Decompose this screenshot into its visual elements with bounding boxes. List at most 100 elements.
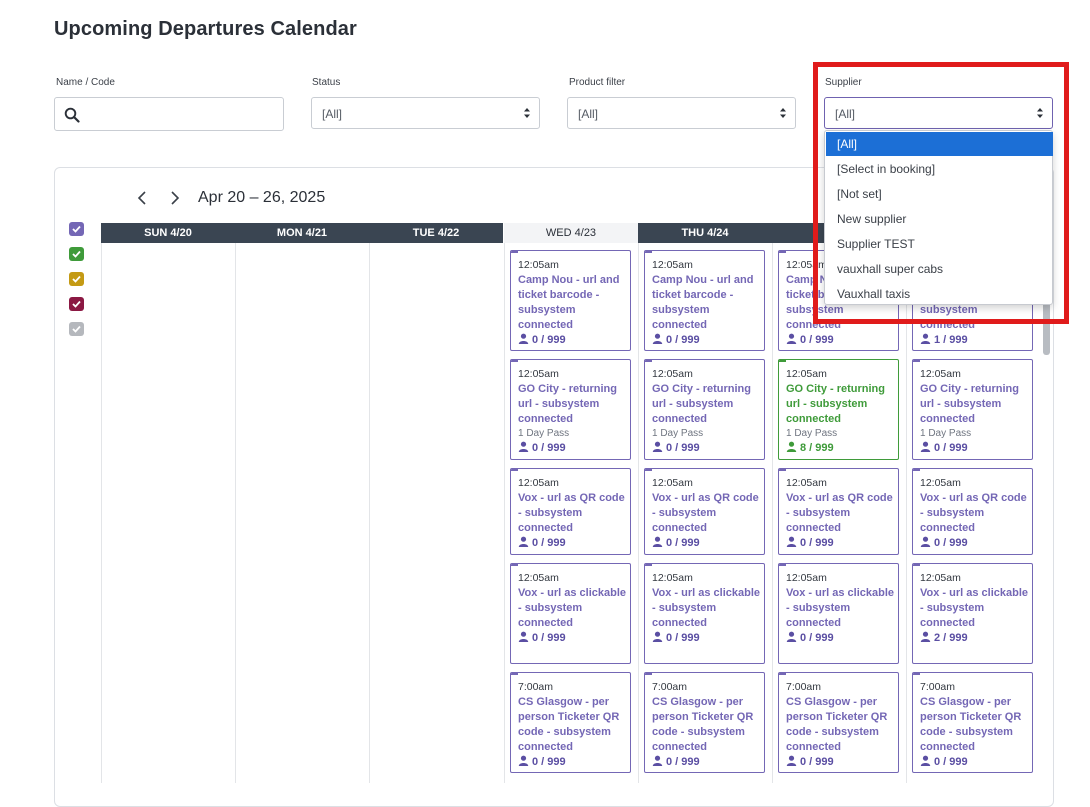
event-name: Vox - url as clickable - subsystem conne… (920, 587, 1029, 629)
event-capacity: 1 / 999 (920, 333, 1032, 348)
legend-checkbox[interactable] (69, 222, 84, 236)
event-capacity: 8 / 999 (786, 441, 898, 456)
page-title: Upcoming Departures Calendar (54, 18, 357, 40)
event-name: Camp Nou - url and ticket barcode - subs… (652, 274, 754, 331)
event-card[interactable]: 7:00am CS Glasgow - per person Ticketer Q… (510, 672, 631, 773)
event-card[interactable]: 7:00am CS Glasgow - per person Ticketer Q… (644, 672, 765, 773)
name-code-search[interactable] (54, 97, 284, 131)
event-time: 12:05am (652, 477, 693, 489)
person-icon (920, 333, 931, 344)
event-card[interactable]: 12:05am Vox - url as QR code - subsystem … (644, 468, 765, 555)
check-icon (72, 325, 81, 333)
capacity-value: 0 / 999 (934, 537, 968, 549)
day-header: WED 4/23 (504, 223, 638, 243)
event-name: GO City - returning url - subsystem conn… (518, 383, 617, 425)
event-capacity: 0 / 999 (518, 755, 630, 770)
product-filter-value: [All] (578, 107, 599, 121)
capacity-value: 0 / 999 (666, 442, 700, 454)
event-card[interactable]: 12:05am Vox - url as QR code - subsystem … (778, 468, 899, 555)
event-color-flag (779, 673, 786, 675)
event-time: 12:05am (920, 368, 961, 380)
event-capacity: 0 / 999 (518, 536, 630, 551)
next-week-icon[interactable] (168, 190, 182, 206)
event-color-flag (645, 564, 652, 566)
event-card[interactable]: 12:05am Camp Nou - url and ticket barcode… (644, 250, 765, 351)
person-icon (652, 631, 663, 642)
event-name: CS Glasgow - per person Ticketer QR code… (518, 696, 620, 753)
event-time: 12:05am (786, 368, 827, 380)
person-icon (786, 333, 797, 344)
capacity-value: 2 / 999 (934, 632, 968, 644)
event-card[interactable]: 12:05am GO City - returning url - subsyst… (510, 359, 631, 460)
event-name: Vox - url as clickable - subsystem conne… (652, 587, 761, 629)
event-card[interactable]: 12:05am Vox - url as QR code - subsystem … (510, 468, 631, 555)
event-color-flag (913, 360, 920, 362)
event-color-flag (779, 360, 786, 362)
event-card[interactable]: 12:05am GO City - returning url - subsyst… (778, 359, 899, 460)
prev-week-icon[interactable] (135, 190, 149, 206)
capacity-value: 0 / 999 (666, 334, 700, 346)
status-label: Status (312, 77, 341, 88)
legend-checkbox[interactable] (69, 322, 84, 336)
event-time: 12:05am (786, 477, 827, 489)
person-icon (920, 536, 931, 547)
event-color-flag (645, 251, 652, 253)
event-color-flag (645, 469, 652, 471)
event-time: 7:00am (786, 681, 822, 693)
event-card[interactable]: 12:05am Vox - url as clickable - subsyste… (510, 563, 631, 664)
capacity-value: 0 / 999 (532, 756, 566, 768)
name-code-input[interactable] (85, 102, 275, 126)
event-name: GO City - returning url - subsystem conn… (652, 383, 751, 425)
day-header: MON 4/21 (235, 223, 369, 243)
date-range-label: Apr 20 – 26, 2025 (198, 189, 326, 206)
status-select-value: [All] (322, 107, 343, 121)
column-divider (906, 243, 907, 783)
capacity-value: 0 / 999 (532, 334, 566, 346)
capacity-value: 0 / 999 (666, 537, 700, 549)
event-card[interactable]: 12:05am Vox - url as clickable - subsyste… (778, 563, 899, 664)
capacity-value: 0 / 999 (934, 442, 968, 454)
legend-checkbox[interactable] (69, 247, 84, 261)
event-color-flag (779, 469, 786, 471)
select-arrows-icon (780, 108, 786, 118)
event-time: 12:05am (518, 259, 559, 271)
select-arrows-icon (524, 108, 530, 118)
event-card[interactable]: 7:00am CS Glasgow - per person Ticketer Q… (912, 672, 1033, 773)
person-icon (786, 755, 797, 766)
column-divider (369, 243, 370, 783)
event-time: 12:05am (518, 572, 559, 584)
person-icon (518, 755, 529, 766)
event-capacity: 0 / 999 (518, 333, 630, 348)
capacity-value: 0 / 999 (532, 632, 566, 644)
event-color-flag (511, 564, 518, 566)
event-name: GO City - returning url - subsystem conn… (920, 383, 1019, 425)
event-card[interactable]: 12:05am Vox - url as QR code - subsystem … (912, 468, 1033, 555)
product-filter-select[interactable]: [All] (567, 97, 796, 129)
event-card[interactable]: 7:00am CS Glasgow - per person Ticketer Q… (778, 672, 899, 773)
event-card[interactable]: 12:05am Vox - url as clickable - subsyste… (912, 563, 1033, 664)
event-capacity: 0 / 999 (786, 755, 898, 770)
event-name: Camp Nou - url and ticket barcode - subs… (518, 274, 620, 331)
capacity-value: 8 / 999 (800, 442, 834, 454)
legend-checkbox[interactable] (69, 297, 84, 311)
event-option: 1 Day Pass (920, 428, 972, 439)
event-capacity: 0 / 999 (518, 631, 630, 646)
event-time: 12:05am (920, 477, 961, 489)
event-color-flag (913, 673, 920, 675)
day-header: TUE 4/22 (369, 223, 503, 243)
event-card[interactable]: 12:05am GO City - returning url - subsyst… (644, 359, 765, 460)
legend-checkbox[interactable] (69, 272, 84, 286)
event-card[interactable]: 12:05am Camp Nou - url and ticket barcode… (510, 250, 631, 351)
event-color-flag (511, 469, 518, 471)
check-icon (72, 225, 81, 233)
capacity-value: 1 / 999 (934, 334, 968, 346)
column-divider (638, 243, 639, 783)
event-card[interactable]: 12:05am GO City - returning url - subsyst… (912, 359, 1033, 460)
event-time: 12:05am (518, 477, 559, 489)
capacity-value: 0 / 999 (934, 756, 968, 768)
status-select[interactable]: [All] (311, 97, 540, 129)
event-card[interactable]: 12:05am Vox - url as clickable - subsyste… (644, 563, 765, 664)
event-time: 7:00am (652, 681, 688, 693)
search-icon (64, 107, 80, 123)
event-name: Vox - url as QR code - subsystem connect… (652, 492, 759, 534)
